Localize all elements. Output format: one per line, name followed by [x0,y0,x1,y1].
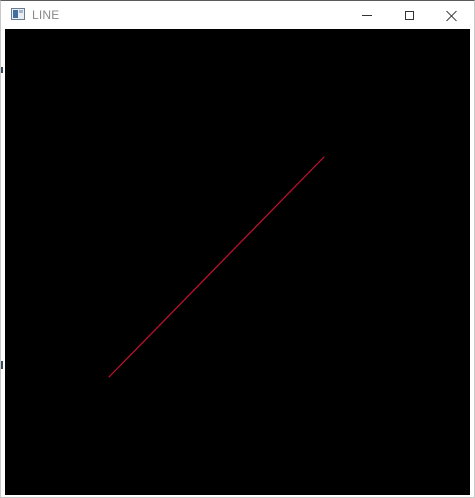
window-edge-mark [1,67,3,73]
drawing-canvas[interactable] [5,29,470,495]
drawn-line [108,156,325,378]
app-window: LINE [0,0,475,498]
window-app-icon[interactable] [11,8,25,20]
app-icon-pane-left [13,10,18,18]
maximize-button[interactable] [388,1,430,29]
maximize-icon [404,10,414,20]
app-icon-pane-right [19,10,23,13]
window-title: LINE [32,8,60,22]
close-icon [446,10,457,21]
close-button[interactable] [430,1,472,29]
canvas-svg [108,156,325,378]
title-bar[interactable]: LINE [1,1,474,29]
minimize-button[interactable] [346,1,388,29]
window-edge-mark [1,361,3,369]
minimize-icon [362,14,372,16]
